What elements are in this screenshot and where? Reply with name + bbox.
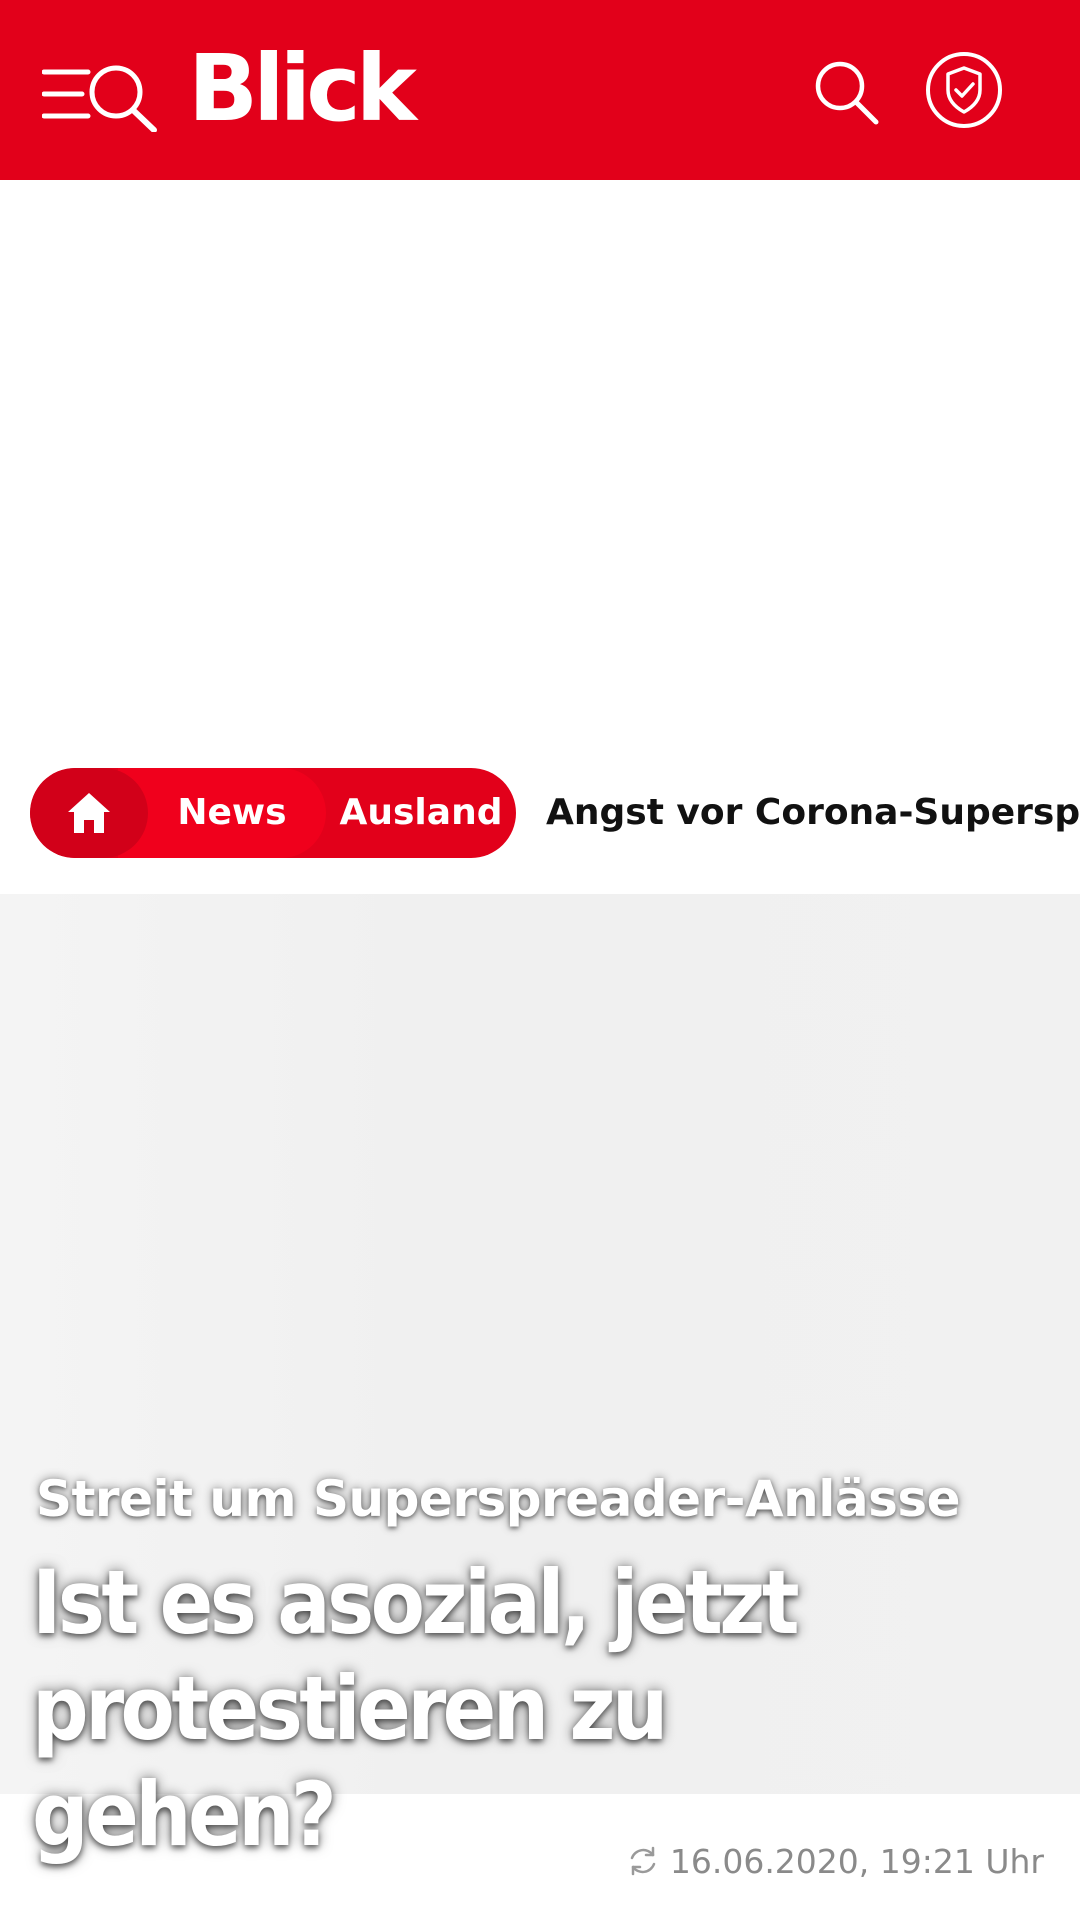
article-timestamp: 16.06.2020, 19:21 Uhr [626, 1838, 1044, 1884]
breadcrumb-item-ausland[interactable]: Ausland [326, 768, 516, 858]
menu-search-icon [41, 65, 157, 133]
top-navigation-bar: Blick [0, 0, 1080, 180]
breadcrumb-current: Angst vor Corona-Superspread [546, 792, 1080, 833]
breadcrumb: Ausland News Angst vor Corona-Supersprea… [0, 760, 1080, 860]
shield-check-icon [926, 52, 1002, 128]
blick-logo[interactable]: Blick [188, 34, 417, 144]
account-button[interactable] [924, 50, 1004, 130]
breadcrumb-item-news[interactable]: News [118, 768, 326, 858]
breadcrumb-pill: Ausland News [30, 768, 516, 858]
article-kicker: Streit um Superspreader-Anlässe [36, 1470, 961, 1528]
refresh-icon [630, 1846, 656, 1876]
search-icon [815, 61, 879, 125]
article-headline: Ist es asozial, jetzt protestieren zu ge… [32, 1551, 800, 1866]
ad-placeholder [0, 180, 1080, 740]
breadcrumb-home[interactable] [30, 768, 148, 858]
search-button[interactable] [812, 58, 882, 128]
home-icon [68, 793, 110, 833]
timestamp-text: 16.06.2020, 19:21 Uhr [669, 1841, 1044, 1881]
menu-search-button[interactable] [41, 60, 160, 133]
